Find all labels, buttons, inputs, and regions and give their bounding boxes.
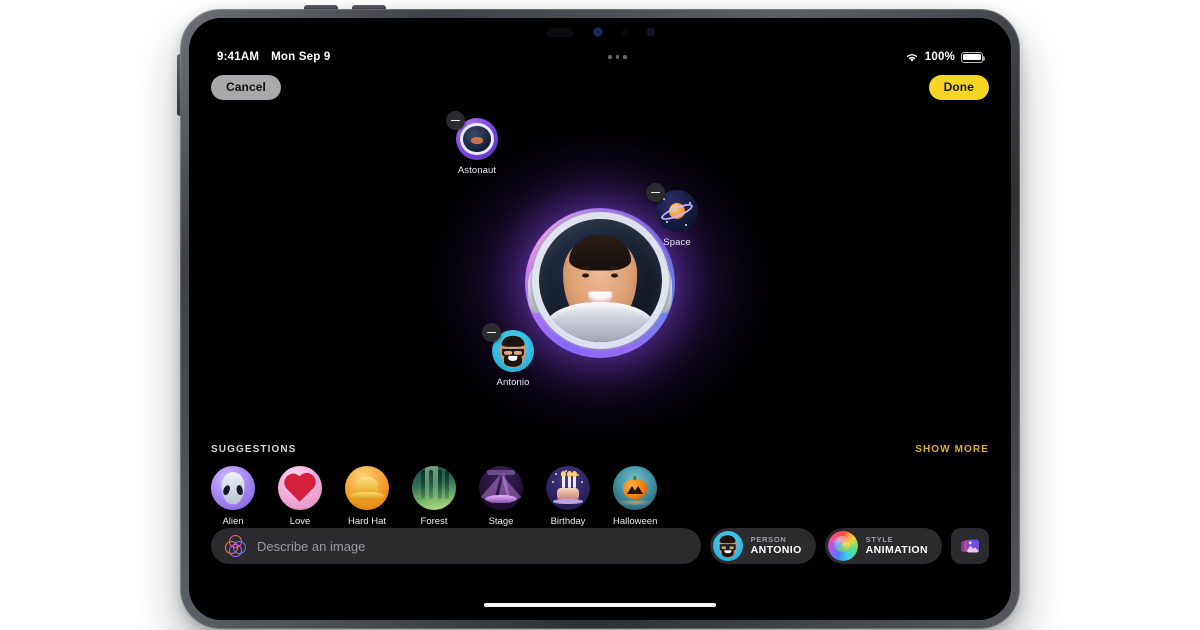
multitasking-handle-icon[interactable]	[608, 55, 627, 59]
status-bar-center	[330, 55, 904, 59]
remove-element-antonio-button[interactable]	[482, 323, 501, 342]
style-chip-value: ANIMATION	[865, 544, 928, 557]
bottom-control-bar: Describe an image PERSON ANTONIO STYLE A…	[189, 528, 1011, 564]
suggestion-alien[interactable]: Alien	[211, 466, 255, 527]
ambient-sensor-icon	[621, 29, 627, 35]
remove-element-space-button[interactable]	[646, 183, 665, 202]
volume-up-button[interactable]	[304, 5, 338, 10]
photo-library-icon	[961, 539, 979, 553]
person-chip-text: PERSON ANTONIO	[751, 535, 802, 558]
suggestion-love[interactable]: Love	[278, 466, 322, 527]
eye-left	[582, 273, 589, 278]
suggestion-stage[interactable]: Stage	[479, 466, 523, 527]
speaker-grille-icon	[545, 27, 574, 37]
element-thumbnail[interactable]	[646, 183, 698, 232]
style-chip-key: STYLE	[865, 534, 894, 544]
element-label-astronaut: Astonaut	[457, 165, 497, 176]
element-label-antonio: Antonio	[496, 377, 530, 388]
photo-library-button[interactable]	[951, 528, 989, 564]
person-chip-key: PERSON	[750, 534, 787, 544]
battery-percent-label: 100%	[924, 51, 955, 63]
status-time: 9:41AM	[217, 51, 260, 63]
helmet-neck-ring	[547, 302, 653, 342]
suggestions-header: SUGGESTIONS SHOW MORE	[189, 444, 1011, 455]
suggestion-hard-hat[interactable]: Hard Hat	[345, 466, 389, 527]
element-label-space: Space	[663, 237, 691, 248]
top-navigation-bar: Cancel Done	[189, 70, 1011, 104]
show-more-button[interactable]: SHOW MORE	[915, 444, 989, 455]
birthday-cake-icon	[546, 466, 590, 510]
camera-lens-icon	[593, 28, 602, 36]
hard-hat-icon	[345, 466, 389, 510]
style-selector-chip[interactable]: STYLE ANIMATION	[824, 528, 942, 564]
suggestion-label: Birthday	[550, 516, 586, 527]
person-selector-chip[interactable]: PERSON ANTONIO	[709, 528, 816, 564]
suggestion-label: Love	[289, 516, 311, 527]
suggestion-label: Forest	[420, 516, 448, 527]
suggestion-label: Stage	[488, 516, 514, 527]
ipad-device: 9:41AM Mon Sep 9 100% Cancel Done Astona…	[177, 5, 1020, 629]
canvas-element-astronaut[interactable]: Astonaut	[441, 111, 513, 176]
face-id-sensor-icon	[646, 28, 655, 36]
cancel-button[interactable]: Cancel	[211, 74, 281, 100]
home-indicator[interactable]	[484, 602, 716, 607]
status-bar-right: 100%	[905, 51, 986, 63]
canvas-element-antonio[interactable]: Antonio	[477, 323, 549, 388]
eye-right	[611, 273, 618, 278]
ipad-screen: 9:41AM Mon Sep 9 100% Cancel Done Astona…	[189, 18, 1011, 620]
person-chip-value: ANTONIO	[750, 544, 802, 557]
style-chip-text: STYLE ANIMATION	[866, 535, 928, 558]
status-bar-left: 9:41AM Mon Sep 9	[217, 51, 330, 63]
suggestions-list: Alien Love Hard Hat Forest Stage Birthda…	[189, 466, 1011, 527]
alien-head-icon	[211, 466, 255, 510]
image-playground-canvas: Astonaut Space Antonio SUGGESTIONS SHOW …	[189, 104, 1011, 620]
describe-input-container[interactable]: Describe an image	[211, 528, 701, 564]
suggestion-forest[interactable]: Forest	[412, 466, 456, 527]
remove-element-astronaut-button[interactable]	[446, 111, 465, 130]
suggestion-label: Halloween	[613, 516, 658, 527]
forest-icon	[412, 466, 456, 510]
suggestion-label: Alien	[222, 516, 244, 527]
suggestions-title: SUGGESTIONS	[211, 444, 297, 455]
suggestion-birthday[interactable]: Birthday	[546, 466, 590, 527]
heart-icon	[278, 466, 322, 510]
element-thumbnail[interactable]	[482, 323, 534, 372]
power-button[interactable]	[177, 54, 181, 116]
canvas-element-space[interactable]: Space	[641, 183, 713, 248]
device-frame-container: 9:41AM Mon Sep 9 100% Cancel Done Astona…	[0, 0, 1200, 630]
wifi-icon	[906, 53, 917, 62]
status-date: Mon Sep 9	[271, 51, 331, 63]
memoji-avatar-icon	[712, 531, 743, 561]
element-thumbnail[interactable]	[446, 111, 498, 160]
color-wheel-icon	[827, 531, 858, 561]
front-camera-array	[485, 22, 715, 42]
image-playground-rings-icon	[225, 535, 247, 557]
volume-down-button[interactable]	[352, 5, 386, 10]
hair	[569, 234, 631, 271]
suggestion-halloween[interactable]: Halloween	[613, 466, 657, 527]
jack-o-lantern-icon	[613, 466, 657, 510]
status-bar: 9:41AM Mon Sep 9 100%	[189, 46, 1011, 68]
battery-icon	[961, 51, 986, 63]
stage-lights-icon	[479, 466, 523, 510]
suggestion-label: Hard Hat	[347, 516, 386, 527]
describe-input[interactable]: Describe an image	[257, 539, 365, 554]
done-button[interactable]: Done	[928, 74, 989, 100]
